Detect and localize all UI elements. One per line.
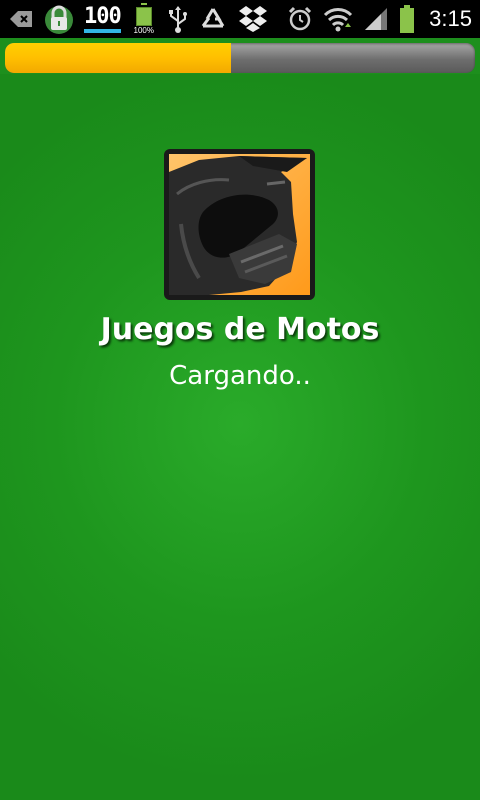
motorcycle-helmet-icon — [164, 149, 315, 300]
status-bar-notifications: 100 100% — [8, 0, 269, 38]
battery-percent-label: 100% — [133, 26, 154, 35]
app-title: Juegos de Motos — [100, 312, 380, 347]
battery-small-icon: 100% — [131, 3, 157, 35]
loading-progress-fill — [5, 43, 231, 73]
recycle-icon — [199, 4, 227, 34]
loading-progress-bar — [5, 43, 475, 73]
loading-status-text: Cargando.. — [169, 361, 311, 391]
status-bar-system: 3:15 — [287, 0, 472, 38]
splash-screen: Juegos de Motos Cargando.. — [0, 74, 480, 800]
usb-icon — [167, 4, 189, 34]
cell-signal-icon — [363, 4, 389, 34]
clock: 3:15 — [429, 6, 472, 31]
alarm-icon — [287, 4, 313, 34]
signal-100-label: 100 — [84, 5, 122, 33]
dropbox-icon — [237, 4, 269, 34]
lock-icon — [44, 4, 74, 34]
wifi-icon — [323, 4, 353, 34]
status-bar: 100 100% 3:15 — [0, 0, 480, 38]
back-icon — [8, 4, 34, 34]
battery-icon — [399, 4, 415, 34]
